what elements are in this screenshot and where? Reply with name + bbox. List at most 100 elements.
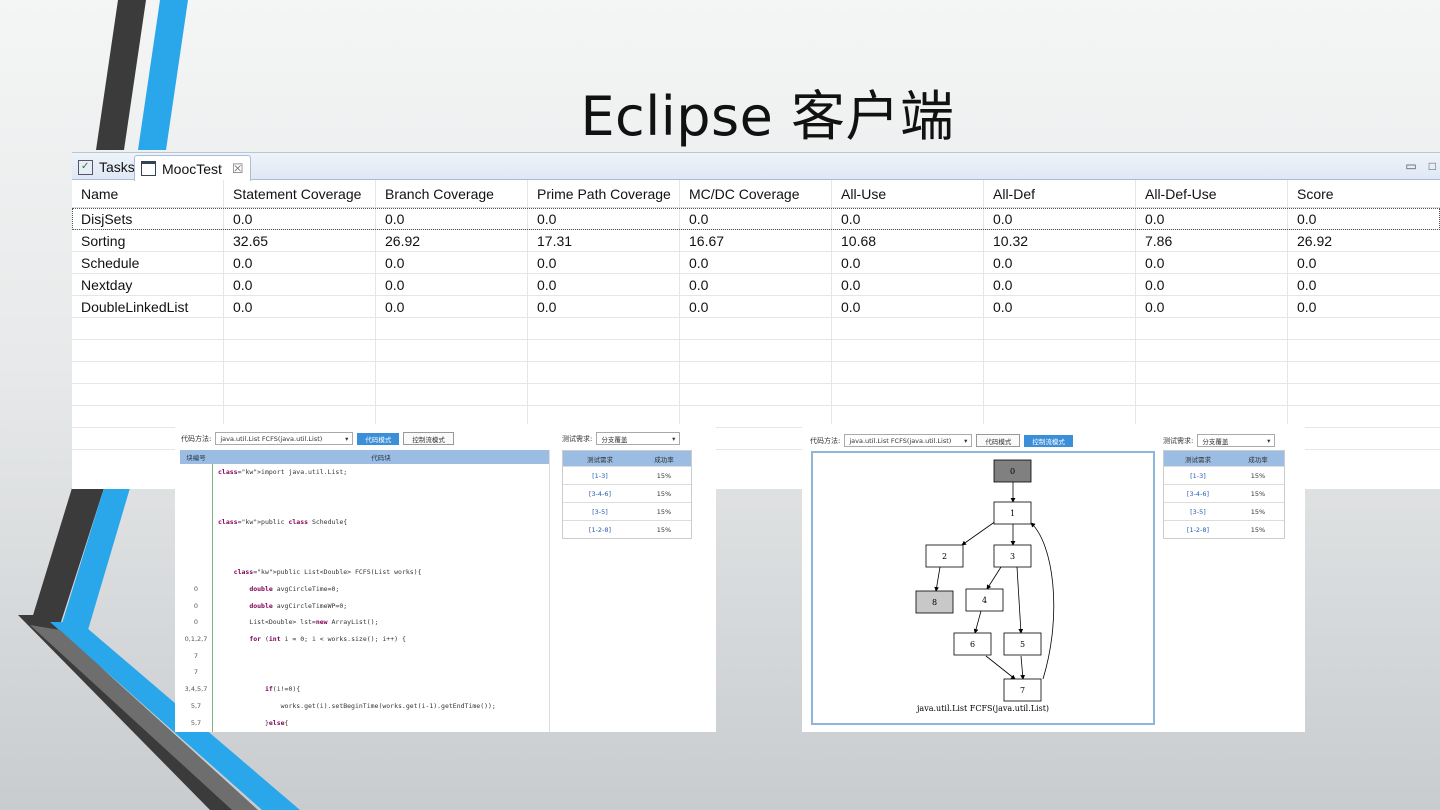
table-cell xyxy=(72,384,224,405)
table-cell: 0.0 xyxy=(984,208,1136,229)
table-cell xyxy=(1288,428,1440,449)
req-toolbar: 测试需求: 分支覆盖 ▾ xyxy=(562,432,681,445)
minimize-icon[interactable]: ▭ xyxy=(1405,159,1416,173)
requirement-row[interactable]: [1-3] 15% xyxy=(563,466,691,484)
table-cell: 0.0 xyxy=(1136,274,1288,295)
table-row[interactable]: DoubleLinkedList 0.0 0.0 0.0 0.0 0.0 0.0 0.0 0.0 xyxy=(72,296,1440,318)
table-cell xyxy=(1288,362,1440,383)
code-text: works.get(i).setBeginTime(works.get(i-1)… xyxy=(218,701,496,710)
success-rate: 15% xyxy=(656,471,672,480)
column-header[interactable]: Statement Coverage xyxy=(224,180,376,207)
column-header[interactable]: All-Use xyxy=(832,180,984,207)
block-number: 0 xyxy=(193,601,199,610)
requirement-row[interactable]: [3-5] 15% xyxy=(1164,502,1284,520)
method-select[interactable]: java.util.List FCFS(java.util.List) ▾ xyxy=(844,434,973,447)
table-cell: 0.0 xyxy=(680,208,832,229)
column-header[interactable]: All-Def xyxy=(984,180,1136,207)
tab-mooctest[interactable]: MoocTest ☒ xyxy=(134,155,251,181)
block-number xyxy=(180,568,212,580)
table-cell xyxy=(72,318,224,339)
table-row[interactable]: Sorting 32.65 26.92 17.31 16.67 10.68 10.32 7.8… xyxy=(72,230,1440,252)
code-text: List<Double> lst=new ArrayList(); xyxy=(218,618,379,627)
table-cell: 10.68 xyxy=(832,230,984,251)
column-header[interactable]: Prime Path Coverage xyxy=(528,180,680,207)
requirement-link[interactable]: [3-5] xyxy=(563,508,637,516)
empty-table-row xyxy=(72,340,1440,362)
requirement-row[interactable]: [3-5] 15% xyxy=(563,502,691,520)
table-row[interactable]: Schedule 0.0 0.0 0.0 0.0 0.0 0.0 0.0 0.0 xyxy=(72,252,1440,274)
block-number: 3,4,5,7 xyxy=(184,685,208,694)
requirement-row[interactable]: [3-4-6] 15% xyxy=(1164,484,1284,502)
code-line: 0,1,2,7 for (int i = 0; i < works.size()… xyxy=(180,635,550,647)
column-header[interactable]: MC/DC Coverage xyxy=(680,180,832,207)
success-rate: 15% xyxy=(1250,489,1266,498)
empty-table-row xyxy=(72,384,1440,406)
code-line: 5,7 works.get(i).setBeginTime(works.get(… xyxy=(180,702,550,714)
table-cell: Nextday xyxy=(72,274,224,295)
method-label: 代码方法: xyxy=(181,434,212,443)
requirement-row[interactable]: [3-4-6] 15% xyxy=(563,484,691,502)
requirement-link[interactable]: [3-5] xyxy=(1164,508,1232,516)
table-row[interactable]: Nextday 0.0 0.0 0.0 0.0 0.0 0.0 0.0 0.0 xyxy=(72,274,1440,296)
code-text: }else{ xyxy=(218,718,289,727)
table-cell xyxy=(1136,340,1288,361)
block-number: 5,7 xyxy=(190,718,202,727)
table-cell xyxy=(376,362,528,383)
req-select[interactable]: 分支覆盖 ▾ xyxy=(596,432,681,445)
flow-node-label: 3 xyxy=(1010,552,1015,561)
requirement-link[interactable]: [1-3] xyxy=(563,472,637,480)
requirement-link[interactable]: [1-2-8] xyxy=(563,526,637,534)
flow-mode-button[interactable]: 控制流模式 xyxy=(403,432,454,445)
table-cell: 0.0 xyxy=(832,252,984,273)
requirement-link[interactable]: [1-3] xyxy=(1164,472,1232,480)
column-header[interactable]: All-Def-Use xyxy=(1136,180,1288,207)
code-mode-button[interactable]: 代码模式 xyxy=(357,432,400,445)
column-header[interactable]: Name xyxy=(72,180,224,207)
tab-mooctest-label: MoocTest xyxy=(162,160,222,177)
req-select[interactable]: 分支覆盖 ▾ xyxy=(1197,434,1276,447)
flow-node-label: 4 xyxy=(982,596,987,605)
code-col-header: 代码块 xyxy=(371,454,391,462)
flow-node-label: 8 xyxy=(932,598,937,607)
close-icon[interactable]: ☒ xyxy=(232,161,244,177)
requirement-row[interactable]: [1-2-8] 15% xyxy=(563,520,691,538)
requirement-link[interactable]: [3-4-6] xyxy=(563,490,637,498)
code-line xyxy=(180,501,550,513)
requirement-row[interactable]: [1-3] 15% xyxy=(1164,466,1284,484)
table-cell: DisjSets xyxy=(72,208,224,229)
panel-divider xyxy=(549,450,550,732)
table-cell xyxy=(528,384,680,405)
code-text: double avgCircleTimeWP=0; xyxy=(249,601,348,610)
method-select[interactable]: java.util.List FCFS(java.util.List) ▾ xyxy=(215,432,354,445)
table-cell xyxy=(528,362,680,383)
table-row[interactable]: DisjSets 0.0 0.0 0.0 0.0 0.0 0.0 0.0 0.0 xyxy=(72,208,1440,230)
success-rate: 15% xyxy=(1250,507,1266,516)
table-cell xyxy=(680,318,832,339)
table-cell xyxy=(224,340,376,361)
requirement-row[interactable]: [1-2-8] 15% xyxy=(1164,520,1284,538)
table-cell xyxy=(832,340,984,361)
code-line: 7 xyxy=(180,652,550,664)
table-cell: 0.0 xyxy=(224,208,376,229)
flow-nodes: 0 1 2 3 8 4 6 5 7 xyxy=(915,459,1042,702)
flow-node-label: 7 xyxy=(1020,686,1025,695)
column-header[interactable]: Branch Coverage xyxy=(376,180,528,207)
tab-tasks[interactable]: ✓ Tasks xyxy=(72,155,141,179)
maximize-icon[interactable]: □ xyxy=(1429,159,1436,173)
requirement-link[interactable]: [3-4-6] xyxy=(1164,490,1232,498)
table-cell xyxy=(832,384,984,405)
req-label: 测试需求: xyxy=(562,434,593,443)
code-mode-button[interactable]: 代码模式 xyxy=(976,434,1021,447)
table-cell: 0.0 xyxy=(984,296,1136,317)
flow-mode-button[interactable]: 控制流模式 xyxy=(1024,434,1073,447)
requirement-link[interactable]: [1-2-8] xyxy=(1164,526,1232,534)
table-cell: 0.0 xyxy=(528,296,680,317)
table-cell xyxy=(680,384,832,405)
table-cell: 0.0 xyxy=(680,252,832,273)
flow-node-label: 1 xyxy=(1010,509,1015,518)
column-header[interactable]: Score xyxy=(1288,180,1440,207)
req-label: 测试需求: xyxy=(1163,436,1194,445)
